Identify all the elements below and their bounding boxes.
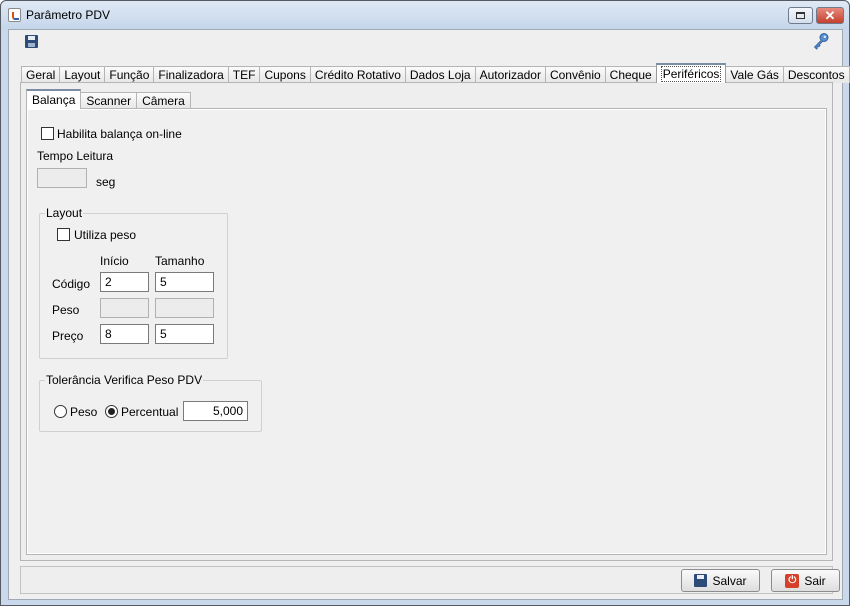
- save-icon[interactable]: [25, 35, 38, 48]
- tab-label: Descontos: [787, 68, 845, 82]
- utiliza-peso-label: Utiliza peso: [74, 228, 137, 242]
- layout-group: Layout Utiliza peso Início Tamanho Códig…: [39, 206, 228, 359]
- col-tamanho-header: Tamanho: [155, 254, 205, 268]
- tab-perifericos[interactable]: Periféricos: [655, 63, 727, 83]
- title-bar: Parâmetro PDV ✕: [1, 1, 849, 29]
- tab-label: Crédito Rotativo: [314, 68, 401, 82]
- save-button-label: Salvar: [712, 573, 747, 588]
- subtab-camera[interactable]: Câmera: [136, 92, 191, 109]
- preco-label: Preço: [52, 329, 84, 343]
- tab-label: Periféricos: [660, 66, 722, 82]
- tab-layout[interactable]: Layout: [59, 66, 106, 83]
- tempo-leitura-field[interactable]: [37, 168, 87, 188]
- exit-button[interactable]: ⏻ Sair: [771, 569, 840, 592]
- tab-label: Função: [109, 68, 150, 82]
- tab-label: Vale Gás: [730, 68, 779, 82]
- tab-geral[interactable]: Geral: [21, 66, 61, 83]
- tab-content-perifericos: Balança Scanner Câmera Habilita balança on…: [20, 82, 833, 561]
- tab-label: Geral: [26, 68, 56, 82]
- tab-label: TEF: [232, 68, 256, 82]
- close-icon: ✕: [824, 7, 836, 23]
- balanca-panel: Habilita balança on-line Tempo Leitura s…: [26, 108, 827, 555]
- subtab-label: Balança: [32, 93, 76, 107]
- client-area: Geral Layout Função Finalizadora TEF Cupons Cr…: [8, 29, 850, 600]
- tab-cheque[interactable]: Cheque: [604, 66, 657, 83]
- window-title: Parâmetro PDV: [26, 8, 111, 22]
- subtab-scanner[interactable]: Scanner: [80, 92, 138, 109]
- restore-icon: [796, 12, 805, 19]
- peso-label: Peso: [52, 303, 80, 317]
- tab-finalizadora[interactable]: Finalizadora: [153, 66, 229, 83]
- preco-inicio-field[interactable]: 8: [100, 324, 149, 344]
- close-button[interactable]: ✕: [816, 7, 844, 24]
- restore-button[interactable]: [788, 7, 813, 24]
- tab-credito-rotativo[interactable]: Crédito Rotativo: [309, 66, 406, 83]
- tab-label: Dados Loja: [409, 68, 471, 82]
- layout-group-title: Layout: [45, 206, 84, 220]
- tab-convenio[interactable]: Convênio: [544, 66, 606, 83]
- key-icon[interactable]: [812, 32, 830, 50]
- tab-cupons[interactable]: Cupons: [259, 66, 311, 83]
- col-inicio-header: Início: [100, 254, 129, 268]
- codigo-inicio-field[interactable]: 2: [100, 272, 149, 292]
- tab-autorizador[interactable]: Autorizador: [474, 66, 546, 83]
- main-window: Parâmetro PDV ✕ Geral Layout Função Finaliz…: [0, 0, 850, 606]
- peso-radio-label: Peso: [70, 405, 98, 419]
- percentual-radio-label: Percentual: [121, 405, 179, 419]
- subtab-balanca[interactable]: Balança: [26, 89, 82, 109]
- save-button[interactable]: Salvar: [681, 569, 760, 592]
- tab-label: Finalizadora: [158, 68, 224, 82]
- habilita-balanca-checkbox[interactable]: [41, 127, 54, 140]
- subtab-label: Scanner: [86, 94, 132, 108]
- codigo-tamanho-field[interactable]: 5: [155, 272, 214, 292]
- tab-label: Autorizador: [479, 68, 541, 82]
- preco-tamanho-field[interactable]: 5: [155, 324, 214, 344]
- tab-tef[interactable]: TEF: [227, 66, 261, 83]
- tab-label: Cheque: [609, 68, 652, 82]
- subtab-label: Câmera: [142, 94, 185, 108]
- tempo-unit-label: seg: [96, 175, 116, 189]
- tolerancia-group-title: Tolerância Verifica Peso PDV: [45, 373, 204, 387]
- peso-radio[interactable]: [54, 405, 67, 418]
- tab-label: Layout: [64, 68, 101, 82]
- percentual-radio[interactable]: [105, 405, 118, 418]
- tolerancia-value-field[interactable]: 5,000: [183, 401, 248, 421]
- tolerancia-group: Tolerância Verifica Peso PDV Peso Percen…: [39, 373, 262, 432]
- utiliza-peso-checkbox[interactable]: [57, 228, 70, 241]
- tempo-leitura-label: Tempo Leitura: [37, 149, 114, 163]
- tab-dados-loja[interactable]: Dados Loja: [404, 66, 476, 83]
- save-icon: [694, 574, 708, 587]
- tab-descontos[interactable]: Descontos: [782, 66, 850, 83]
- sub-tabbar: Balança Scanner Câmera: [26, 89, 191, 109]
- habilita-balanca-label: Habilita balança on-line: [57, 127, 182, 141]
- peso-inicio-field[interactable]: [100, 298, 149, 318]
- tab-vale-gas[interactable]: Vale Gás: [725, 66, 784, 83]
- main-tabbar: Geral Layout Função Finalizadora TEF Cupons Cr…: [21, 63, 850, 83]
- tab-label: Cupons: [264, 68, 306, 82]
- tab-label: Convênio: [549, 68, 601, 82]
- bottom-button-bar: Salvar ⏻ Sair: [20, 566, 840, 594]
- codigo-label: Código: [52, 277, 91, 291]
- tab-funcao[interactable]: Função: [104, 66, 155, 83]
- power-icon: ⏻: [785, 573, 800, 588]
- peso-tamanho-field[interactable]: [155, 298, 214, 318]
- java-app-icon: [8, 8, 21, 22]
- exit-button-label: Sair: [804, 573, 826, 588]
